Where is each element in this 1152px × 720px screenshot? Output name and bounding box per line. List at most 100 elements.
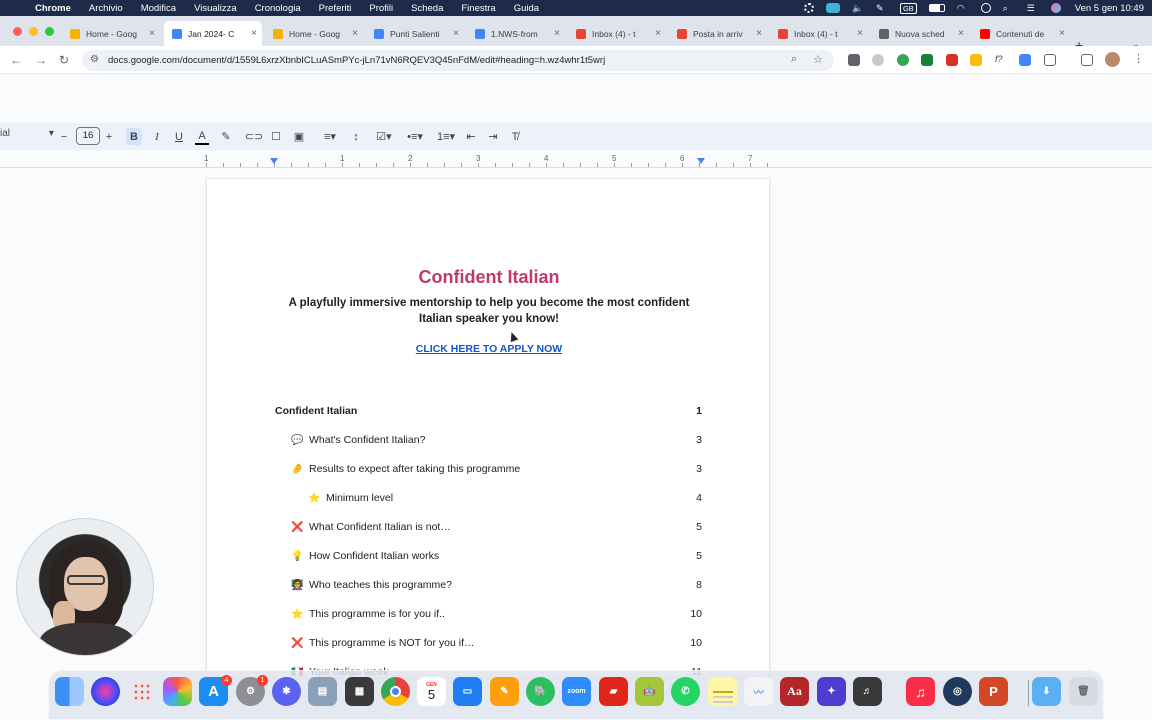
user-icon[interactable] <box>980 3 991 13</box>
browser-tab[interactable]: Posta in arriv × <box>669 21 767 46</box>
bulleted-list-icon[interactable]: •≡▾ <box>402 128 428 145</box>
calendar-icon[interactable]: GEN 5 <box>417 677 446 706</box>
zoom-icon[interactable]: zoom <box>562 677 591 706</box>
preview-icon[interactable]: ▤ <box>308 677 337 706</box>
extensions-puzzle-icon[interactable] <box>1044 54 1056 66</box>
toc-entry[interactable]: ❌ This programme is NOT for you if… 10 <box>207 635 769 653</box>
cloud-icon[interactable] <box>825 3 840 13</box>
reload-button[interactable]: ↻ <box>59 53 69 67</box>
minimize-window-button[interactable] <box>29 27 38 36</box>
wifi-icon[interactable]: ◠ <box>957 3 969 13</box>
quicktime-icon[interactable]: ◎ <box>943 677 972 706</box>
side-panel-icon[interactable] <box>1081 54 1093 66</box>
font-family-select[interactable]: ial ▾ <box>0 128 54 139</box>
highlight-color-icon[interactable]: ✎ <box>219 128 233 145</box>
download-extension-icon[interactable] <box>921 54 933 66</box>
menu-app-name[interactable]: Chrome <box>26 3 80 14</box>
increase-font-size-button[interactable]: + <box>103 128 115 145</box>
browser-tab[interactable]: Jan 2024- C × <box>164 21 262 46</box>
insert-link-icon[interactable]: ⊂⊃ <box>245 128 263 145</box>
apply-now-link[interactable]: CLICK HERE TO APPLY NOW <box>207 343 769 355</box>
star-app-icon[interactable]: ✦ <box>817 677 846 706</box>
numbered-list-icon[interactable]: 1≡▾ <box>433 128 459 145</box>
pen-icon[interactable]: ✎ <box>876 3 888 13</box>
toc-entry[interactable]: Confident Italian 1 <box>207 403 769 421</box>
toc-entry[interactable]: ❌ What Confident Italian is not… 5 <box>207 519 769 537</box>
evernote-extension-icon[interactable] <box>897 54 909 66</box>
menu-item-finestra[interactable]: Finestra <box>452 3 504 14</box>
control-center-icon[interactable]: ☰ <box>1027 3 1039 13</box>
text-color-button[interactable]: A <box>195 128 209 145</box>
omnibox[interactable]: ⚙ docs.google.com/document/d/1559L6xrzXb… <box>82 50 834 71</box>
formula-extension-icon[interactable]: f? <box>995 54 1007 66</box>
browser-tab[interactable]: Home - Goog × <box>62 21 160 46</box>
font-size-input[interactable]: 16 <box>76 127 100 145</box>
evernote-icon[interactable]: 🐘 <box>526 677 555 706</box>
launchpad-icon[interactable] <box>127 677 156 706</box>
k-extension-icon[interactable] <box>872 54 884 66</box>
zoom-icon[interactable]: ⌕ <box>791 53 797 66</box>
trash-icon[interactable]: 🗑 <box>1069 677 1098 706</box>
downloads-folder-icon[interactable]: ⬇ <box>1032 677 1061 706</box>
bold-button[interactable]: B <box>126 128 142 145</box>
calculator-icon[interactable]: ▦ <box>345 677 374 706</box>
tab-close-icon[interactable]: × <box>549 28 565 39</box>
red-extension-icon[interactable] <box>946 54 958 66</box>
increase-indent-icon[interactable]: ⇥ <box>486 128 500 145</box>
add-comment-icon[interactable]: ☐ <box>269 128 283 145</box>
volume-icon[interactable]: 🔈 <box>852 3 864 13</box>
adobe-icon[interactable]: ▰ <box>599 677 628 706</box>
back-button[interactable]: ← <box>10 53 22 67</box>
profile-avatar[interactable] <box>1105 52 1120 67</box>
android-icon[interactable]: 🤖 <box>635 677 664 706</box>
tab-close-icon[interactable]: × <box>347 28 363 39</box>
insert-image-icon[interactable]: ▣ <box>292 128 306 145</box>
menu-item-scheda[interactable]: Scheda <box>402 3 452 14</box>
feather-extension-icon[interactable] <box>1019 54 1031 66</box>
right-indent-marker[interactable] <box>697 158 705 164</box>
underline-button[interactable]: U <box>172 128 186 145</box>
menu-item-guida[interactable]: Guida <box>505 3 548 14</box>
edit-extension-icon[interactable] <box>848 54 860 66</box>
toc-entry[interactable]: 🤌 Results to expect after taking this pro… <box>207 461 769 479</box>
decrease-font-size-button[interactable]: − <box>58 128 70 145</box>
clear-formatting-icon[interactable]: T̸ <box>508 128 522 145</box>
italic-button[interactable]: I <box>150 128 164 145</box>
freeform-icon[interactable]: 〰 <box>744 677 773 706</box>
browser-tab[interactable]: Nuova sched × <box>871 21 969 46</box>
tab-close-icon[interactable]: × <box>650 28 666 39</box>
line-spacing-icon[interactable]: ↕ <box>349 128 363 145</box>
zoom-window-button[interactable] <box>45 27 54 36</box>
tab-close-icon[interactable]: × <box>448 28 464 39</box>
menu-item-preferiti[interactable]: Preferiti <box>310 3 361 14</box>
left-indent-marker[interactable] <box>270 158 278 164</box>
checklist-icon[interactable]: ☑▾ <box>371 128 397 145</box>
close-window-button[interactable] <box>13 27 22 36</box>
powerpoint-icon[interactable]: P <box>979 677 1008 706</box>
more-menu-icon[interactable]: ⋮ <box>1133 52 1144 65</box>
toc-entry[interactable]: 👩‍🏫 Who teaches this programme? 8 <box>207 577 769 595</box>
menu-item-modifica[interactable]: Modifica <box>132 3 185 14</box>
drive-extension-icon[interactable] <box>970 54 982 66</box>
search-icon[interactable]: ⌕ <box>1003 3 1015 13</box>
menu-item-visualizza[interactable]: Visualizza <box>185 3 246 14</box>
tab-close-icon[interactable]: × <box>1054 28 1070 39</box>
browser-tab[interactable]: Home - Goog × <box>265 21 363 46</box>
toc-entry[interactable]: 💡 How Confident Italian works 5 <box>207 548 769 566</box>
gear-icon[interactable] <box>803 3 814 13</box>
menu-item-archivio[interactable]: Archivio <box>80 3 132 14</box>
music-icon[interactable]: ♫ <box>906 677 935 706</box>
chrome-icon[interactable] <box>381 677 410 706</box>
keyboard-layout-badge[interactable]: GB <box>899 2 917 14</box>
menu-item-cronologia[interactable]: Cronologia <box>246 3 310 14</box>
tab-close-icon[interactable]: × <box>852 28 868 39</box>
garageband-icon[interactable]: ♬ <box>853 677 882 706</box>
toc-entry[interactable]: ⭐ This programme is for you if.. 10 <box>207 606 769 624</box>
forward-button[interactable]: → <box>35 53 47 67</box>
tab-close-icon[interactable]: × <box>144 28 160 39</box>
tab-close-icon[interactable]: × <box>953 28 969 39</box>
ruler[interactable]: 1 1 2 3 4 5 6 7 <box>0 150 1152 168</box>
document-title[interactable]: Confident Italian <box>207 267 769 288</box>
toc-entry[interactable]: 💬 What's Confident Italian? 3 <box>207 432 769 450</box>
browser-tab[interactable]: Contenuti de × <box>972 21 1070 46</box>
